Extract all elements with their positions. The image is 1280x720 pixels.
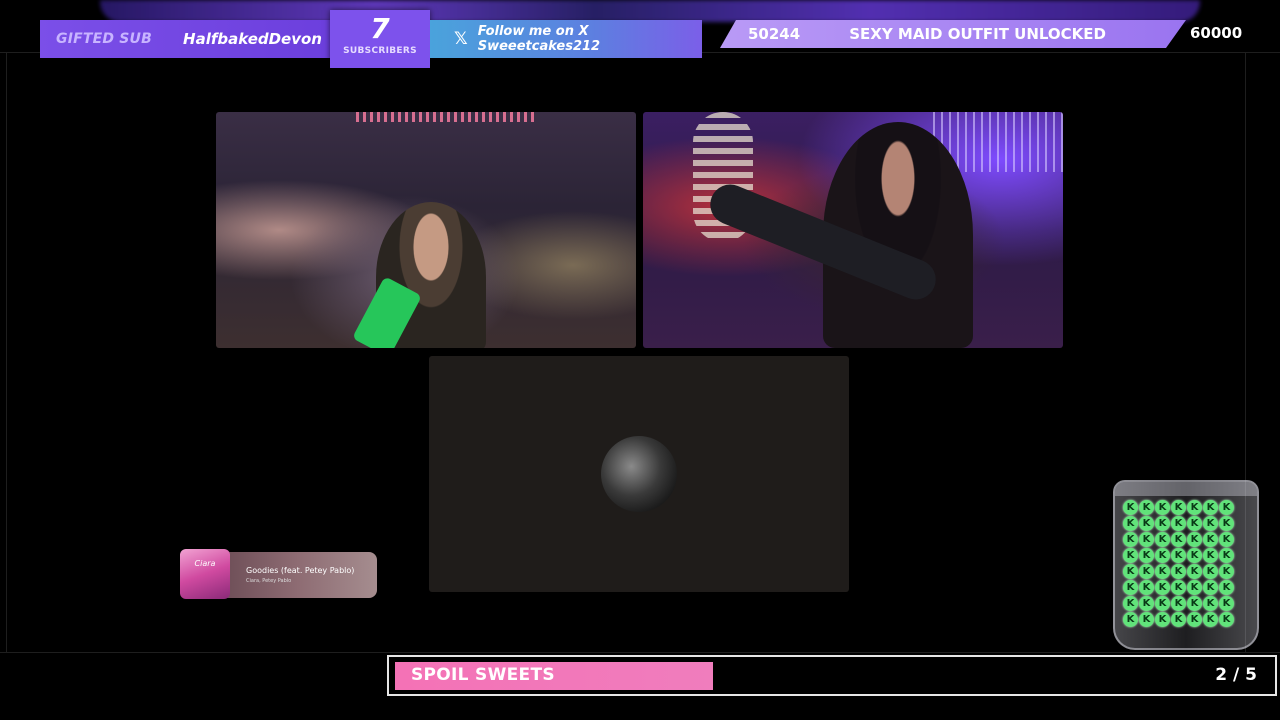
spoil-sweets-progress: SPOIL SWEETS 2 / 5	[387, 655, 1277, 696]
goal-current-value: 50244	[748, 25, 801, 43]
candy-pile: KKKKKKKKKKKKKKKKKKKKKKKKKKKKKKKKKKKKKKKK…	[1123, 500, 1249, 636]
candy-piece: K	[1155, 548, 1170, 563]
candy-piece: K	[1203, 532, 1218, 547]
candy-piece: K	[1155, 596, 1170, 611]
goal-target-value: 60000	[1190, 24, 1243, 42]
candy-piece: K	[1123, 532, 1138, 547]
avatar	[601, 436, 677, 512]
jar-rim	[1115, 482, 1257, 496]
gifted-sub-label: GIFTED SUB	[56, 31, 152, 47]
track-artist: Ciara, Petey Pablo	[246, 578, 292, 584]
candy-piece: K	[1203, 612, 1218, 627]
candy-piece: K	[1203, 580, 1218, 595]
candy-jar: KKKKKKKKKKKKKKKKKKKKKKKKKKKKKKKKKKKKKKKK…	[1113, 480, 1259, 650]
candy-piece: K	[1187, 500, 1202, 515]
candy-piece: K	[1187, 548, 1202, 563]
candy-piece: K	[1187, 516, 1202, 531]
candy-piece: K	[1219, 596, 1234, 611]
candy-piece: K	[1203, 564, 1218, 579]
album-art: Ciara	[180, 549, 230, 599]
candy-piece: K	[1171, 580, 1186, 595]
camera-feed-left	[216, 112, 636, 348]
candy-piece: K	[1219, 580, 1234, 595]
candy-piece: K	[1219, 548, 1234, 563]
candy-piece: K	[1219, 612, 1234, 627]
follow-text: Follow me on X Sweeetcakes212	[477, 24, 601, 54]
candy-piece: K	[1171, 516, 1186, 531]
candy-piece: K	[1139, 500, 1154, 515]
candy-piece: K	[1187, 612, 1202, 627]
gifted-sub-user: HalfbakedDevon	[183, 30, 322, 48]
candy-piece: K	[1139, 612, 1154, 627]
candy-piece: K	[1155, 500, 1170, 515]
candy-piece: K	[1139, 564, 1154, 579]
candy-piece: K	[1123, 564, 1138, 579]
candy-piece: K	[1171, 612, 1186, 627]
candy-piece: K	[1219, 500, 1234, 515]
track-info: Goodies (feat. Petey Pablo) Ciara, Petey…	[246, 566, 354, 584]
candy-piece: K	[1219, 516, 1234, 531]
frame-line-bottom	[0, 652, 1280, 653]
candy-piece: K	[1187, 532, 1202, 547]
candy-piece: K	[1171, 532, 1186, 547]
candy-piece: K	[1203, 516, 1218, 531]
now-playing-widget: Ciara Goodies (feat. Petey Pablo) Ciara,…	[180, 549, 377, 599]
candy-piece: K	[1139, 580, 1154, 595]
candy-piece: K	[1123, 516, 1138, 531]
candy-piece: K	[1203, 500, 1218, 515]
subscriber-count: 7	[370, 12, 390, 45]
donation-goal-bar: 50244 SEXY MAID OUTFIT UNLOCKED	[720, 20, 1186, 48]
camera-feed-right	[643, 112, 1063, 348]
candy-piece: K	[1123, 612, 1138, 627]
candy-piece: K	[1203, 548, 1218, 563]
progress-label: SPOIL SWEETS	[411, 665, 555, 685]
candy-piece: K	[1155, 516, 1170, 531]
candy-piece: K	[1187, 564, 1202, 579]
candy-piece: K	[1219, 532, 1234, 547]
candy-piece: K	[1123, 596, 1138, 611]
candy-piece: K	[1139, 516, 1154, 531]
follow-bar: 𝕏 Follow me on X Sweeetcakes212	[430, 20, 702, 58]
progress-count: 2 / 5	[1215, 665, 1257, 685]
camera-feed-empty	[429, 356, 849, 592]
x-logo-icon: 𝕏	[454, 29, 468, 49]
candy-piece: K	[1219, 564, 1234, 579]
candy-piece: K	[1155, 612, 1170, 627]
candy-piece: K	[1171, 564, 1186, 579]
candy-piece: K	[1187, 596, 1202, 611]
goal-unlock-text: SEXY MAID OUTFIT UNLOCKED	[849, 25, 1106, 43]
string-lights	[356, 112, 536, 122]
album-art-script: Ciara	[194, 559, 216, 568]
candy-piece: K	[1203, 596, 1218, 611]
candy-piece: K	[1123, 500, 1138, 515]
candy-piece: K	[1171, 500, 1186, 515]
candy-piece: K	[1171, 596, 1186, 611]
track-title: Goodies (feat. Petey Pablo)	[246, 566, 355, 575]
candy-piece: K	[1139, 548, 1154, 563]
candy-piece: K	[1155, 580, 1170, 595]
candy-piece: K	[1187, 580, 1202, 595]
candy-piece: K	[1123, 580, 1138, 595]
candy-piece: K	[1139, 596, 1154, 611]
candy-piece: K	[1139, 532, 1154, 547]
subscriber-label: SUBSCRIBERS	[343, 46, 417, 56]
gifted-sub-bar: GIFTED SUB HalfbakedDevon	[40, 20, 332, 58]
candy-piece: K	[1155, 532, 1170, 547]
subscriber-counter: 7 SUBSCRIBERS	[330, 10, 430, 68]
frame-line-left	[6, 52, 7, 652]
top-glow-strip	[100, 0, 1200, 22]
candy-piece: K	[1123, 548, 1138, 563]
candy-piece: K	[1155, 564, 1170, 579]
candy-piece: K	[1171, 548, 1186, 563]
